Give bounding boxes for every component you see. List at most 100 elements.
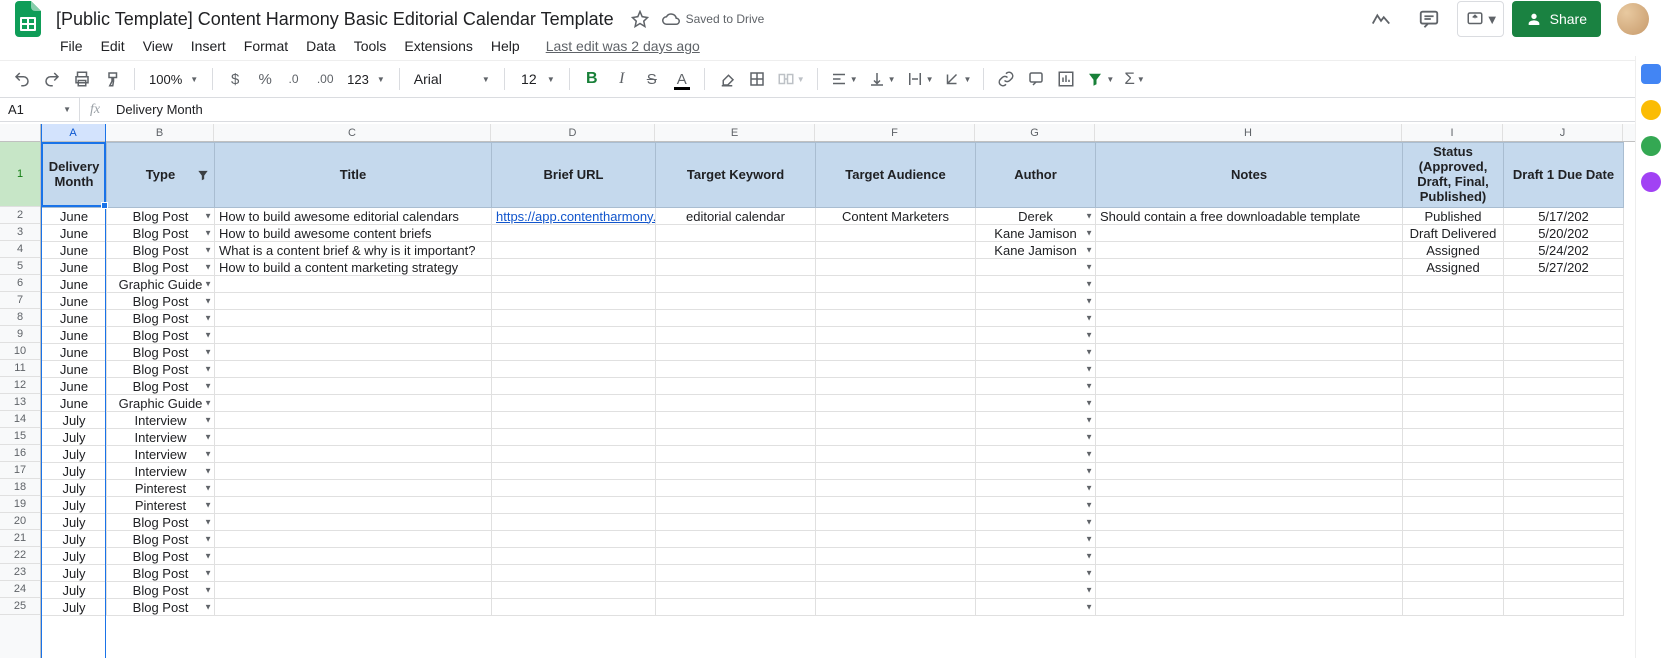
menu-format[interactable]: Format — [236, 34, 296, 58]
increase-decimal-button[interactable]: .00 — [311, 65, 339, 93]
cell[interactable] — [656, 378, 816, 395]
dropdown-caret-icon[interactable]: ▼ — [204, 348, 212, 357]
col-header-A[interactable]: A — [41, 124, 106, 141]
col-header-J[interactable]: J — [1503, 124, 1623, 141]
cell[interactable] — [1096, 480, 1403, 497]
percent-button[interactable]: % — [251, 65, 279, 93]
dropdown-caret-icon[interactable]: ▼ — [1085, 348, 1093, 357]
dropdown-caret-icon[interactable]: ▼ — [1085, 297, 1093, 306]
col-header-C[interactable]: C — [214, 124, 491, 141]
cell[interactable]: ▼ — [976, 480, 1096, 497]
cell[interactable] — [492, 514, 656, 531]
dropdown-caret-icon[interactable]: ▼ — [204, 603, 212, 612]
cell[interactable]: ▼ — [976, 344, 1096, 361]
cell[interactable]: ▼ — [976, 599, 1096, 616]
cell[interactable]: June — [42, 293, 107, 310]
cell[interactable] — [656, 548, 816, 565]
cell[interactable]: June — [42, 361, 107, 378]
cell[interactable] — [492, 497, 656, 514]
row-header-6[interactable]: 6 — [0, 275, 40, 292]
dropdown-caret-icon[interactable]: ▼ — [204, 263, 212, 272]
cell[interactable] — [1096, 531, 1403, 548]
cell[interactable] — [656, 599, 816, 616]
header-cell[interactable]: Draft 1 Due Date — [1504, 143, 1624, 208]
dropdown-caret-icon[interactable]: ▼ — [204, 280, 212, 289]
dropdown-caret-icon[interactable]: ▼ — [204, 569, 212, 578]
header-cell[interactable]: Author — [976, 143, 1096, 208]
cell[interactable]: Blog Post▼ — [107, 378, 215, 395]
cell[interactable] — [215, 395, 492, 412]
keep-addon-icon[interactable] — [1641, 100, 1661, 120]
cell[interactable] — [1096, 429, 1403, 446]
cell[interactable] — [1504, 395, 1624, 412]
cell[interactable] — [215, 327, 492, 344]
cell[interactable] — [816, 446, 976, 463]
column-headers[interactable]: ABCDEFGHIJ — [41, 124, 1635, 142]
menu-data[interactable]: Data — [298, 34, 344, 58]
cell[interactable] — [1504, 429, 1624, 446]
cell[interactable]: June — [42, 225, 107, 242]
tasks-addon-icon[interactable] — [1641, 136, 1661, 156]
col-header-I[interactable]: I — [1402, 124, 1503, 141]
header-cell[interactable]: Brief URL — [492, 143, 656, 208]
cell[interactable] — [215, 599, 492, 616]
cell[interactable]: Pinterest▼ — [107, 480, 215, 497]
account-avatar[interactable] — [1617, 3, 1649, 35]
cell[interactable] — [816, 514, 976, 531]
col-header-B[interactable]: B — [106, 124, 214, 141]
dropdown-caret-icon[interactable]: ▼ — [1085, 569, 1093, 578]
dropdown-caret-icon[interactable]: ▼ — [1085, 603, 1093, 612]
cell[interactable]: ▼ — [976, 565, 1096, 582]
cell[interactable]: ▼ — [976, 548, 1096, 565]
cell[interactable]: Blog Post▼ — [107, 225, 215, 242]
cell[interactable] — [656, 565, 816, 582]
dropdown-caret-icon[interactable]: ▼ — [204, 416, 212, 425]
cell[interactable] — [1096, 463, 1403, 480]
cell[interactable] — [816, 310, 976, 327]
cell[interactable]: July — [42, 463, 107, 480]
cell[interactable]: June — [42, 276, 107, 293]
cell[interactable]: July — [42, 429, 107, 446]
cell[interactable] — [656, 293, 816, 310]
cell[interactable]: Interview▼ — [107, 429, 215, 446]
cell[interactable]: July — [42, 599, 107, 616]
cell[interactable] — [816, 565, 976, 582]
cell[interactable] — [1096, 327, 1403, 344]
header-cell[interactable]: Target Keyword — [656, 143, 816, 208]
v-align-button[interactable]: ▼ — [864, 65, 900, 93]
row-header-23[interactable]: 23 — [0, 564, 40, 581]
dropdown-caret-icon[interactable]: ▼ — [1085, 280, 1093, 289]
dropdown-caret-icon[interactable]: ▼ — [204, 535, 212, 544]
dropdown-caret-icon[interactable]: ▼ — [1085, 382, 1093, 391]
cell[interactable] — [656, 395, 816, 412]
cell[interactable]: Derek▼ — [976, 208, 1096, 225]
cell[interactable] — [656, 582, 816, 599]
star-icon[interactable] — [628, 7, 652, 31]
cell[interactable] — [656, 531, 816, 548]
cell[interactable] — [492, 531, 656, 548]
cell[interactable] — [215, 276, 492, 293]
sheets-logo-icon[interactable] — [8, 0, 48, 39]
cell[interactable] — [816, 412, 976, 429]
share-button[interactable]: Share — [1512, 1, 1601, 37]
cell[interactable] — [1096, 514, 1403, 531]
cell[interactable] — [816, 548, 976, 565]
cell[interactable] — [1096, 565, 1403, 582]
cell[interactable] — [656, 463, 816, 480]
cell[interactable]: Interview▼ — [107, 463, 215, 480]
cell[interactable]: Blog Post▼ — [107, 582, 215, 599]
dropdown-caret-icon[interactable]: ▼ — [204, 399, 212, 408]
cell[interactable] — [1096, 361, 1403, 378]
dropdown-caret-icon[interactable]: ▼ — [1085, 416, 1093, 425]
cell[interactable]: Assigned — [1403, 242, 1504, 259]
cell[interactable] — [492, 429, 656, 446]
cell[interactable] — [1096, 582, 1403, 599]
cell[interactable] — [816, 361, 976, 378]
cell[interactable] — [1504, 293, 1624, 310]
bold-button[interactable]: B — [578, 65, 606, 93]
cell[interactable]: Content Marketers — [816, 208, 976, 225]
cell[interactable]: June — [42, 378, 107, 395]
strikethrough-button[interactable]: S — [638, 65, 666, 93]
cell[interactable] — [1403, 344, 1504, 361]
cell[interactable]: https://app.contentharmony.com — [492, 208, 656, 225]
